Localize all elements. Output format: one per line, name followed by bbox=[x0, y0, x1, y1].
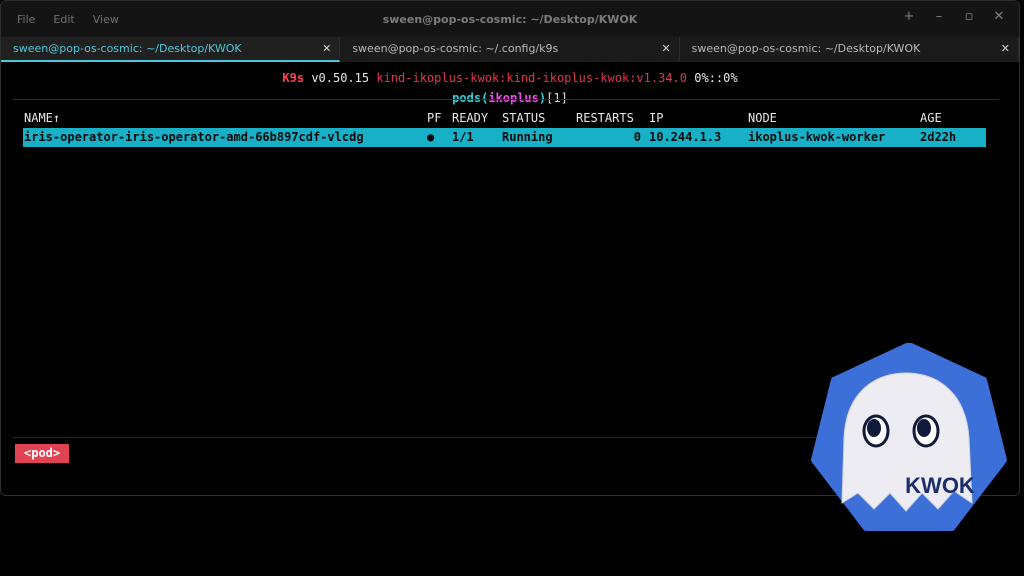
tab-bar: sween@pop-os-cosmic: ~/Desktop/KWOK ✕ sw… bbox=[1, 37, 1019, 62]
namespace-name: ikoplus bbox=[488, 91, 539, 105]
tab-close-icon[interactable]: ✕ bbox=[661, 37, 670, 61]
col-restarts[interactable]: RESTARTS bbox=[576, 111, 634, 125]
col-ip[interactable]: IP bbox=[649, 111, 663, 125]
cell-ready: 1/1 bbox=[452, 130, 474, 144]
cell-restarts: 0 bbox=[633, 130, 641, 144]
menu-file[interactable]: File bbox=[17, 13, 35, 26]
menu-bar: File Edit View bbox=[17, 13, 119, 26]
tab-label: sween@pop-os-cosmic: ~/Desktop/KWOK bbox=[691, 42, 921, 55]
k9s-usage: 0%::0% bbox=[694, 71, 738, 85]
resource-name: pods bbox=[452, 91, 482, 105]
cell-node: ikoplus-kwok-worker bbox=[748, 130, 886, 144]
panel-border-top bbox=[13, 99, 999, 100]
view-title: pods(ikoplus)[1] bbox=[1, 91, 1019, 105]
tab-desktop-kwok-1[interactable]: sween@pop-os-cosmic: ~/Desktop/KWOK ✕ bbox=[1, 37, 341, 62]
k9s-version: v0.50.15 bbox=[311, 71, 370, 85]
breadcrumb[interactable]: <pod> bbox=[15, 444, 70, 463]
cell-age: 2d22h bbox=[920, 130, 957, 144]
tab-close-icon[interactable]: ✕ bbox=[322, 37, 331, 61]
cell-ip: 10.244.1.3 bbox=[649, 130, 722, 144]
col-status[interactable]: STATUS bbox=[502, 111, 545, 125]
menu-edit[interactable]: Edit bbox=[53, 13, 74, 26]
minimize-icon[interactable]: – bbox=[931, 9, 947, 24]
col-node[interactable]: NODE bbox=[748, 111, 777, 125]
cell-status: Running bbox=[502, 130, 553, 144]
kwok-logo: KWOK bbox=[811, 343, 1007, 531]
k9s-app-name: K9s bbox=[282, 71, 305, 85]
ghost-pupil-left bbox=[867, 419, 881, 437]
window-title: sween@pop-os-cosmic: ~/Desktop/KWOK bbox=[382, 13, 638, 26]
ghost-pupil-right bbox=[917, 419, 931, 437]
cell-name: iris-operator-iris-operator-amd-66b897cd… bbox=[24, 130, 364, 144]
tab-close-icon[interactable]: ✕ bbox=[1001, 37, 1010, 61]
tab-config-k9s[interactable]: sween@pop-os-cosmic: ~/.config/k9s ✕ bbox=[340, 37, 680, 62]
cell-pf: ● bbox=[427, 130, 435, 144]
col-age[interactable]: AGE bbox=[920, 111, 942, 125]
close-window-icon[interactable]: ✕ bbox=[991, 9, 1007, 24]
k9s-context: kind-ikoplus-kwok:kind-ikoplus-kwok:v1.3… bbox=[376, 71, 688, 85]
window-controls: + – ▫ ✕ bbox=[901, 9, 1007, 24]
col-pf[interactable]: PF bbox=[427, 111, 441, 125]
k9s-header: K9s v0.50.15 kind-ikoplus-kwok:kind-ikop… bbox=[1, 71, 1019, 85]
tab-label: sween@pop-os-cosmic: ~/Desktop/KWOK bbox=[13, 42, 242, 55]
col-name[interactable]: NAME↑ bbox=[24, 111, 60, 125]
kwok-logo-text: KWOK bbox=[905, 473, 975, 498]
tab-desktop-kwok-2[interactable]: sween@pop-os-cosmic: ~/Desktop/KWOK ✕ bbox=[680, 37, 1019, 62]
resource-count: [1] bbox=[546, 91, 568, 105]
tab-label: sween@pop-os-cosmic: ~/.config/k9s bbox=[352, 42, 559, 55]
col-ready[interactable]: READY bbox=[452, 111, 488, 125]
menu-view[interactable]: View bbox=[93, 13, 119, 26]
new-tab-icon[interactable]: + bbox=[901, 9, 917, 24]
title-bar: File Edit View sween@pop-os-cosmic: ~/De… bbox=[1, 1, 1019, 37]
maximize-icon[interactable]: ▫ bbox=[961, 9, 977, 24]
